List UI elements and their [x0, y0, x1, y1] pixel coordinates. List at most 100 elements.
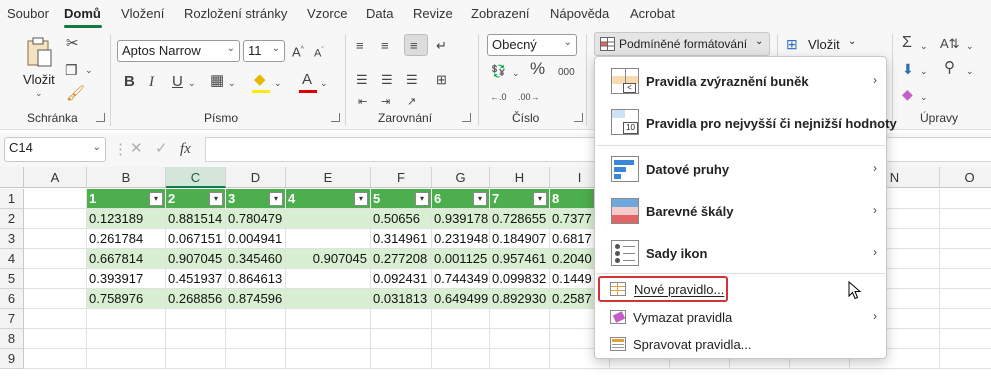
table-cell[interactable]: 0.184907: [490, 229, 550, 249]
borders-icon[interactable]: ▦: [210, 73, 224, 89]
cell[interactable]: [371, 349, 432, 369]
cell[interactable]: [286, 329, 371, 349]
table-cell[interactable]: 0.892930: [490, 289, 550, 309]
cell[interactable]: [940, 189, 991, 209]
row-header-6[interactable]: 6: [0, 289, 24, 309]
cell[interactable]: [371, 329, 432, 349]
table-cell[interactable]: 0.907045: [166, 249, 226, 269]
table-cell[interactable]: 0.393917: [87, 269, 166, 289]
cell[interactable]: [940, 349, 991, 369]
accounting-format-icon[interactable]: 💱: [491, 63, 506, 79]
enter-icon[interactable]: ✓: [155, 141, 168, 157]
ribbon-tab-8[interactable]: Nápověda: [550, 6, 609, 21]
table-cell[interactable]: 0.667814: [87, 249, 166, 269]
cell[interactable]: [24, 229, 87, 249]
cell[interactable]: [432, 309, 490, 329]
cell[interactable]: [24, 269, 87, 289]
row-header-1[interactable]: 1: [0, 189, 24, 209]
copy-icon[interactable]: ❐: [65, 62, 78, 78]
cell[interactable]: [87, 329, 166, 349]
table-cell[interactable]: 0.231948: [432, 229, 490, 249]
chevron-down-icon[interactable]: ⌄: [320, 75, 328, 91]
table-cell[interactable]: 0.001125: [432, 249, 490, 269]
select-all-corner[interactable]: [0, 167, 24, 188]
name-box[interactable]: C14 ⌄: [4, 137, 106, 162]
align-bottom-button[interactable]: ≡: [404, 34, 428, 56]
table-cell[interactable]: 0.277208: [371, 249, 432, 269]
cell[interactable]: [490, 329, 550, 349]
filter-dropdown-icon[interactable]: ▾: [415, 192, 429, 206]
dialog-launcher-icon[interactable]: [574, 113, 583, 122]
ribbon-tab-1[interactable]: Domů: [64, 6, 101, 21]
filter-dropdown-icon[interactable]: ▾: [473, 192, 487, 206]
decrease-indent-icon[interactable]: ⇤: [358, 94, 367, 110]
table-cell[interactable]: 0.649499: [432, 289, 490, 309]
row-header-7[interactable]: 7: [0, 309, 24, 329]
table-cell[interactable]: 0.345460: [226, 249, 286, 269]
filter-dropdown-icon[interactable]: ▾: [149, 192, 163, 206]
table-header-cell[interactable]: 6 ▾: [432, 189, 490, 209]
wrap-text-icon[interactable]: ↵: [436, 38, 447, 54]
table-header-cell[interactable]: 1 ▾: [87, 189, 166, 209]
chevron-down-icon[interactable]: ⌄: [274, 75, 282, 91]
cell[interactable]: [226, 349, 286, 369]
font-color-icon[interactable]: A: [302, 72, 312, 88]
cell[interactable]: [940, 309, 991, 329]
thousands-separator-button[interactable]: 000: [558, 65, 575, 81]
table-cell[interactable]: 0.261784: [87, 229, 166, 249]
autosum-icon[interactable]: Σ: [902, 35, 912, 51]
cancel-icon[interactable]: ✕: [130, 141, 143, 157]
sort-filter-icon[interactable]: A⇅: [940, 36, 960, 52]
cell[interactable]: [432, 329, 490, 349]
chevron-down-icon[interactable]: ⌄: [920, 38, 928, 54]
find-select-icon[interactable]: ⚲: [944, 60, 955, 76]
ribbon-tab-6[interactable]: Revize: [413, 6, 453, 21]
filter-dropdown-icon[interactable]: ▾: [533, 192, 547, 206]
increase-indent-icon[interactable]: ⇥: [381, 94, 390, 110]
table-cell[interactable]: 0.957461: [490, 249, 550, 269]
align-left-icon[interactable]: ☰: [356, 72, 368, 88]
chevron-down-icon[interactable]: ⌄: [228, 75, 236, 91]
ribbon-tab-7[interactable]: Zobrazení: [471, 6, 530, 21]
underline-button[interactable]: U: [172, 74, 183, 90]
menu-item-data-bars[interactable]: Datové pruhy ›: [596, 151, 885, 187]
table-cell[interactable]: [286, 269, 371, 289]
conditional-formatting-button[interactable]: Podmíněné formátování ⌄: [594, 32, 770, 56]
cell[interactable]: [490, 349, 550, 369]
table-cell[interactable]: 0.744349: [432, 269, 490, 289]
table-header-cell[interactable]: 5 ▾: [371, 189, 432, 209]
table-cell[interactable]: 0.728655: [490, 209, 550, 229]
cell[interactable]: [940, 229, 991, 249]
scissors-icon[interactable]: ✂: [66, 36, 79, 52]
cell[interactable]: [24, 249, 87, 269]
insert-function-icon[interactable]: fx: [180, 141, 191, 157]
row-header-3[interactable]: 3: [0, 229, 24, 249]
align-right-icon[interactable]: ☰: [406, 72, 418, 88]
column-header-b[interactable]: B: [87, 167, 166, 188]
row-header-8[interactable]: 8: [0, 329, 24, 349]
menu-item-clear-rules[interactable]: Vymazat pravidla ›: [596, 306, 885, 330]
row-header-9[interactable]: 9: [0, 349, 24, 369]
fill-icon[interactable]: ⬇: [902, 61, 914, 77]
number-format-combo[interactable]: Obecný ⌄: [487, 34, 577, 56]
table-cell[interactable]: 0.123189: [87, 209, 166, 229]
table-header-cell[interactable]: 7 ▾: [490, 189, 550, 209]
dialog-launcher-icon[interactable]: [96, 113, 105, 122]
cell[interactable]: [24, 329, 87, 349]
chevron-down-icon[interactable]: ⌄: [85, 62, 93, 78]
menu-item-icon-sets[interactable]: Sady ikon ›: [596, 235, 885, 271]
table-cell[interactable]: 0.067151: [166, 229, 226, 249]
table-cell[interactable]: 0.881514: [166, 209, 226, 229]
increase-decimal-icon[interactable]: ←.0: [490, 89, 507, 105]
decrease-decimal-icon[interactable]: .00→: [518, 89, 540, 105]
table-cell[interactable]: 0.314961: [371, 229, 432, 249]
cell[interactable]: [166, 349, 226, 369]
table-header-cell[interactable]: 4 ▾: [286, 189, 371, 209]
align-top-icon[interactable]: ≡: [356, 38, 364, 54]
table-cell[interactable]: 0.939178: [432, 209, 490, 229]
italic-button[interactable]: I: [149, 74, 154, 90]
cell[interactable]: [166, 329, 226, 349]
table-cell[interactable]: [286, 209, 371, 229]
menu-item-highlight-cells-rules[interactable]: < Pravidla zvýraznění buněk ›: [596, 63, 885, 99]
merge-cells-icon[interactable]: ⊞: [436, 72, 447, 88]
